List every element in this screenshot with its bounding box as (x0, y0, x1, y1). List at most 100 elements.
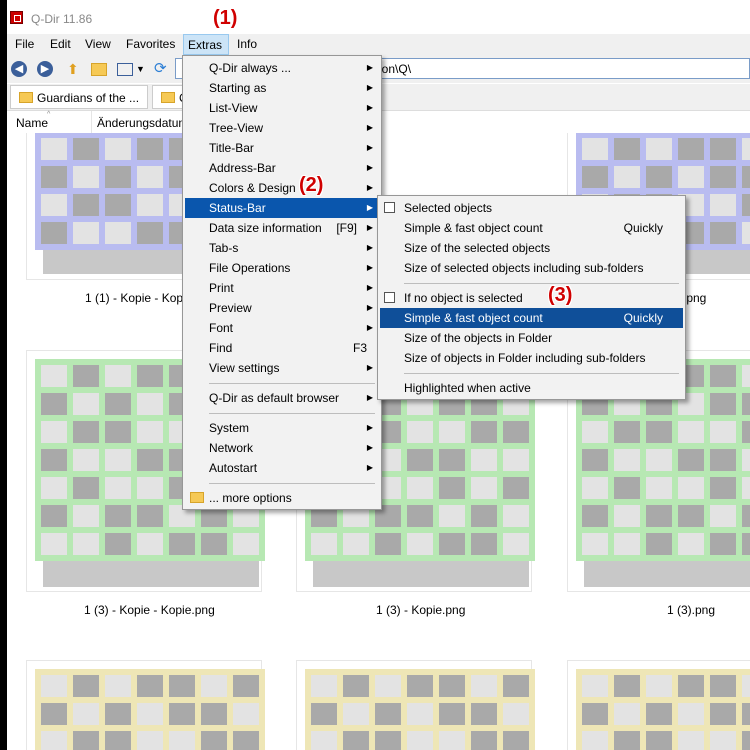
submenu-item-highlighted-active[interactable]: Highlighted when active (380, 378, 683, 398)
checkbox-icon[interactable] (384, 202, 395, 213)
submenu-item-size-selected-sub[interactable]: Size of selected objects including sub-f… (380, 258, 683, 278)
new-folder-icon[interactable] (91, 63, 107, 76)
menu-item-preview[interactable]: Preview ▶ (185, 298, 379, 318)
thumb-cell (582, 703, 608, 725)
thumb-cell (646, 675, 672, 697)
extras-menu: Q-Dir always ... ▶ Starting as ▶ List-View… (182, 55, 382, 510)
menu-item-network[interactable]: Network ▶ (185, 438, 379, 458)
menu-item-colors-design[interactable]: Colors & Design ▶ (185, 178, 379, 198)
thumb-cell (582, 421, 608, 443)
thumb-cell (614, 731, 640, 750)
thumb-cell (41, 703, 67, 725)
column-divider[interactable] (91, 111, 92, 133)
menu-extras[interactable]: Extras (183, 34, 229, 55)
thumb-cell (343, 675, 369, 697)
menu-separator (209, 383, 375, 384)
thumb-cell (710, 138, 736, 160)
menu-item-print[interactable]: Print ▶ (185, 278, 379, 298)
menu-item-list-view[interactable]: List-View ▶ (185, 98, 379, 118)
menu-view[interactable]: View (81, 34, 115, 55)
thumb-cell (439, 703, 465, 725)
annotation-1: (1) (213, 7, 238, 29)
thumb-cell (742, 533, 750, 555)
annotation-3: (3) (548, 284, 573, 306)
thumb-cell (439, 477, 465, 499)
submenu-item-size-folder[interactable]: Size of the objects in Folder (380, 328, 683, 348)
thumb-cell (439, 675, 465, 697)
thumb-cell (105, 731, 131, 750)
thumbnail[interactable] (567, 660, 750, 750)
menu-file[interactable]: File (11, 34, 38, 55)
column-name[interactable]: Name (16, 116, 48, 130)
menu-item-starting-as[interactable]: Starting as ▶ (185, 78, 379, 98)
thumb-cell (742, 703, 750, 725)
annotation-2: (2) (299, 174, 324, 196)
submenu-item-size-folder-sub[interactable]: Size of objects in Folder including sub-… (380, 348, 683, 368)
checkbox-icon[interactable] (384, 292, 395, 303)
menu-item-font[interactable]: Font ▶ (185, 318, 379, 338)
thumb-cell (439, 533, 465, 555)
thumb-cell (614, 421, 640, 443)
thumb-cell (742, 194, 750, 216)
thumb-grid (576, 669, 750, 750)
menu-item-status-bar[interactable]: Status-Bar ▶ (185, 198, 379, 218)
menu-item-qdir-always[interactable]: Q-Dir always ... ▶ (185, 58, 379, 78)
thumb-cell (137, 393, 163, 415)
thumb-cell (41, 675, 67, 697)
thumb-cell (375, 675, 401, 697)
menu-item-view-settings[interactable]: View settings ▶ (185, 358, 379, 378)
menu-info[interactable]: Info (233, 34, 261, 55)
menu-favorites[interactable]: Favorites (122, 34, 179, 55)
menu-item-data-size[interactable]: Data size information [F9] ▶ (185, 218, 379, 238)
submenu-item-simple-count-selected[interactable]: Simple & fast object count Quickly (380, 218, 683, 238)
thumb-cell (471, 533, 497, 555)
menu-edit[interactable]: Edit (46, 34, 75, 55)
submenu-item-size-selected[interactable]: Size of the selected objects (380, 238, 683, 258)
submenu-item-no-object-selected[interactable]: If no object is selected (380, 288, 683, 308)
thumbnail[interactable] (26, 660, 265, 750)
thumb-cell (742, 166, 750, 188)
thumb-cell (742, 421, 750, 443)
thumb-cell (678, 477, 704, 499)
thumb-cell (471, 703, 497, 725)
thumb-cell (105, 194, 131, 216)
menu-item-file-operations[interactable]: File Operations ▶ (185, 258, 379, 278)
thumb-cell (73, 194, 99, 216)
view-mode-icon[interactable] (117, 63, 133, 76)
thumb-cell (73, 505, 99, 527)
thumb-cell (471, 675, 497, 697)
forward-icon[interactable]: ▶ (37, 61, 53, 77)
thumb-cell (503, 505, 529, 527)
submenu-item-simple-count-folder[interactable]: Simple & fast object count Quickly (380, 308, 683, 328)
menu-item-system[interactable]: System ▶ (185, 418, 379, 438)
thumb-cell (742, 222, 750, 244)
menu-item-tree-view[interactable]: Tree-View ▶ (185, 118, 379, 138)
menu-item-tabs[interactable]: Tab-s ▶ (185, 238, 379, 258)
thumb-cell (710, 222, 736, 244)
menu-item-find[interactable]: Find F3 (185, 338, 379, 358)
menu-item-default-browser[interactable]: Q-Dir as default browser ▶ (185, 388, 379, 408)
thumb-cell (137, 449, 163, 471)
thumb-cell (678, 703, 704, 725)
submenu-item-selected-objects[interactable]: Selected objects (380, 198, 683, 218)
thumb-cell (375, 533, 401, 555)
thumb-cell (73, 138, 99, 160)
up-folder-icon[interactable]: ⬆ (67, 61, 83, 77)
file-caption: 1 (3).png (667, 603, 716, 617)
view-dropdown-icon[interactable]: ▼ (136, 61, 152, 77)
menu-item-address-bar[interactable]: Address-Bar ▶ (185, 158, 379, 178)
menu-item-autostart[interactable]: Autostart ▶ (185, 458, 379, 478)
menu-item-more-options[interactable]: ... more options (185, 488, 379, 508)
tab-guardians[interactable]: Guardians of the ... (10, 85, 148, 109)
back-icon[interactable]: ◀ (11, 61, 27, 77)
thumb-cell (407, 731, 433, 750)
thumb-cell (710, 477, 736, 499)
thumb-cell (137, 675, 163, 697)
menu-item-title-bar[interactable]: Title-Bar ▶ (185, 138, 379, 158)
thumbnail[interactable] (296, 660, 535, 750)
thumb-cell (137, 533, 163, 555)
refresh-icon[interactable]: ⟳ (154, 61, 170, 77)
window-title: Q-Dir 11.86 (31, 12, 93, 26)
column-date[interactable]: Änderungsdatum (97, 116, 188, 130)
thumb-cell (169, 533, 195, 555)
